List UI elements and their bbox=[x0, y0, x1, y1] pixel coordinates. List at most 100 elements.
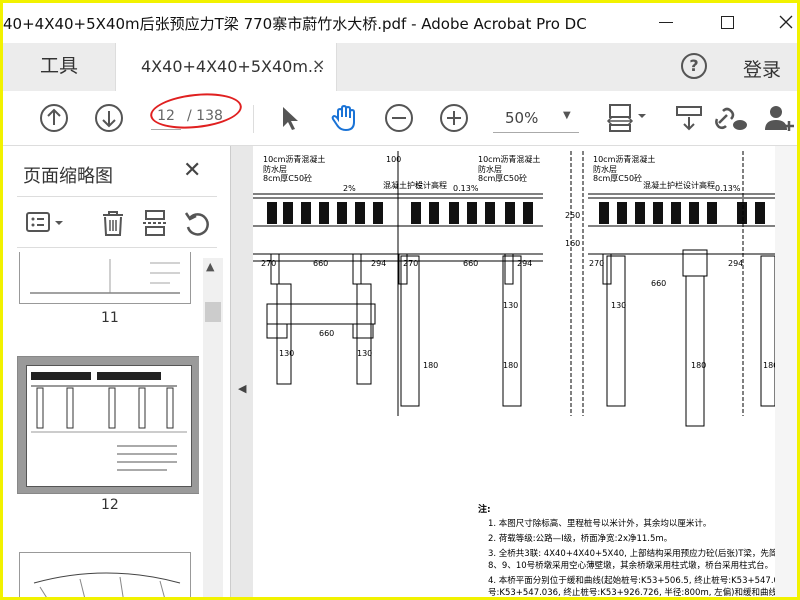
previous-page-button[interactable] bbox=[39, 103, 69, 133]
label-deck: 10cm沥青混凝土 bbox=[593, 154, 655, 164]
thumbnail-label: 12 bbox=[101, 497, 119, 513]
select-tool-button[interactable] bbox=[275, 103, 305, 133]
list-options-icon bbox=[26, 212, 63, 232]
delete-page-button[interactable] bbox=[99, 209, 127, 237]
fit-page-icon bbox=[606, 104, 646, 132]
thumbnail-list: 11 12 bbox=[3, 252, 199, 597]
scroll-thumb[interactable] bbox=[205, 302, 221, 322]
close-icon bbox=[779, 15, 793, 29]
dim-294: 294 bbox=[517, 259, 532, 268]
chevron-left-icon: ◀ bbox=[238, 382, 247, 395]
dim-130: 130 bbox=[279, 349, 294, 358]
zoom-select[interactable]: 50% ▼ bbox=[493, 105, 579, 133]
label-waterproof: 防水层 bbox=[478, 164, 502, 174]
panel-close-button[interactable]: ✕ bbox=[183, 158, 201, 183]
hand-icon bbox=[331, 104, 355, 132]
options-menu-button[interactable] bbox=[25, 209, 69, 237]
label-sidewalk: 混凝土护栏 bbox=[643, 180, 683, 190]
scroll-up-icon[interactable]: ▲ bbox=[206, 260, 214, 273]
rotate-page-button[interactable] bbox=[183, 209, 211, 237]
note-line: 8、9、10号桥墩采用空心薄壁墩，其余桥墩采用柱式墩，桥台采用柱式台。 bbox=[488, 560, 773, 571]
note-line: 2. 荷载等级:公路—I级，桥面净宽:2x净11.5m。 bbox=[488, 533, 672, 544]
label-concrete: 8cm厚C50砼 bbox=[263, 173, 312, 183]
window-title: 40+4X40+5X40m后张预应力T梁 770寨市蔚竹水大桥.pdf - Ad… bbox=[3, 15, 587, 33]
collapse-panel-button[interactable]: ◀ bbox=[231, 146, 253, 597]
dim-100: 100 bbox=[386, 155, 401, 164]
page-preview bbox=[26, 365, 192, 487]
dim-660: 660 bbox=[651, 279, 666, 288]
help-icon[interactable]: ? bbox=[681, 53, 707, 79]
maximize-icon bbox=[721, 16, 734, 29]
share-link-button[interactable] bbox=[713, 103, 749, 133]
document-view: 10cm沥青混凝土 防水层 8cm厚C50砼 100 10cm沥青混凝土 防水层… bbox=[253, 146, 775, 597]
dim-180: 180 bbox=[503, 361, 518, 370]
extract-page-button[interactable] bbox=[141, 209, 169, 237]
thumbnail-label: 11 bbox=[101, 310, 119, 326]
minimize-icon bbox=[659, 22, 673, 23]
chevron-down-icon: ▼ bbox=[563, 110, 571, 121]
hand-tool-button[interactable] bbox=[329, 103, 359, 133]
next-page-button[interactable] bbox=[94, 103, 124, 133]
minimize-button[interactable] bbox=[651, 9, 681, 37]
zoom-out-button[interactable] bbox=[384, 103, 414, 133]
extract-pages-icon bbox=[143, 210, 167, 236]
engineering-drawing: 10cm沥青混凝土 防水层 8cm厚C50砼 100 10cm沥青混凝土 防水层… bbox=[253, 151, 775, 597]
dim-130: 130 bbox=[503, 301, 518, 310]
dim-294: 294 bbox=[728, 259, 743, 268]
dim-660: 660 bbox=[463, 259, 478, 268]
tab-document[interactable]: 4X40+4X40+5X40m... × bbox=[115, 43, 337, 91]
keyboard-download-icon bbox=[676, 106, 702, 131]
thumbnail-page-11[interactable] bbox=[19, 252, 191, 304]
label-concrete: 8cm厚C50砼 bbox=[478, 173, 527, 183]
tab-tools[interactable]: 工具 bbox=[3, 43, 115, 91]
acrobat-window: 40+4X40+5X40m后张预应力T梁 770寨市蔚竹水大桥.pdf - Ad… bbox=[3, 3, 797, 597]
arrow-up-circle-icon bbox=[40, 104, 68, 132]
note-line: 3. 全桥共3联: 4X40+4X40+5X40, 上部结构采用预应力砼(后张)… bbox=[488, 548, 775, 559]
zoom-in-button[interactable] bbox=[439, 103, 469, 133]
dim-250: 250 bbox=[565, 211, 580, 220]
label-waterproof: 防水层 bbox=[593, 164, 617, 174]
label-slope-right: 0.13% bbox=[453, 184, 479, 193]
panel-toolbar bbox=[17, 196, 217, 248]
arrow-down-circle-icon bbox=[95, 104, 123, 132]
page-display-button[interactable] bbox=[606, 103, 650, 133]
page-preview-drawing bbox=[31, 372, 187, 471]
note-line: 号:K53+547.036, 终止桩号:K53+926.726, 半径:800m… bbox=[488, 587, 775, 597]
note-line: 4. 本桥平面分别位于缓和曲线(起始桩号:K53+506.5, 终止桩号:K53… bbox=[488, 575, 775, 586]
thumbnail-scrollbar[interactable]: ▲ bbox=[203, 258, 223, 597]
dim-180: 180 bbox=[691, 361, 706, 370]
dim-270: 270 bbox=[261, 259, 276, 268]
rotate-icon bbox=[184, 212, 209, 236]
thumbnail-page-12[interactable] bbox=[17, 356, 199, 494]
dim-180: 180 bbox=[423, 361, 438, 370]
plus-circle-icon bbox=[440, 104, 468, 132]
toolbar: 12 / 138 50% ▼ bbox=[3, 89, 797, 146]
add-user-button[interactable] bbox=[763, 103, 797, 133]
dim-660: 660 bbox=[319, 329, 334, 338]
label-deck: 10cm沥青混凝土 bbox=[263, 154, 325, 164]
dim-270: 270 bbox=[589, 259, 604, 268]
zoom-value: 50% bbox=[505, 109, 539, 127]
page-thumbnails-panel: 页面缩略图 ✕ 11 12 ▲ bbox=[3, 146, 231, 597]
scroll-mode-button[interactable] bbox=[674, 103, 704, 133]
close-window-button[interactable] bbox=[771, 9, 797, 37]
label-waterproof: 防水层 bbox=[263, 164, 287, 174]
dim-270: 270 bbox=[403, 259, 418, 268]
thumbnail-page-13[interactable] bbox=[19, 552, 191, 597]
dim-130: 130 bbox=[611, 301, 626, 310]
maximize-button[interactable] bbox=[713, 9, 743, 37]
tab-document-label: 4X40+4X40+5X40m... bbox=[141, 57, 324, 76]
notes-title: 注: bbox=[478, 503, 491, 515]
tab-bar: 工具 4X40+4X40+5X40m... × ? 登录 bbox=[3, 43, 797, 91]
login-button[interactable]: 登录 bbox=[743, 55, 781, 82]
label-slope-right: 0.13% bbox=[715, 184, 741, 193]
page-preview bbox=[33, 572, 181, 597]
note-line: 1. 本图尺寸除标高、里程桩号以米计外，其余均以厘米计。 bbox=[488, 518, 711, 529]
label-concrete: 8cm厚C50砼 bbox=[593, 173, 642, 183]
minus-circle-icon bbox=[385, 104, 413, 132]
trash-icon bbox=[103, 211, 123, 236]
label-deck: 10cm沥青混凝土 bbox=[478, 154, 540, 164]
document-scrollbar[interactable] bbox=[775, 146, 797, 597]
tab-close-button[interactable]: × bbox=[312, 55, 325, 74]
page-preview bbox=[30, 259, 180, 294]
